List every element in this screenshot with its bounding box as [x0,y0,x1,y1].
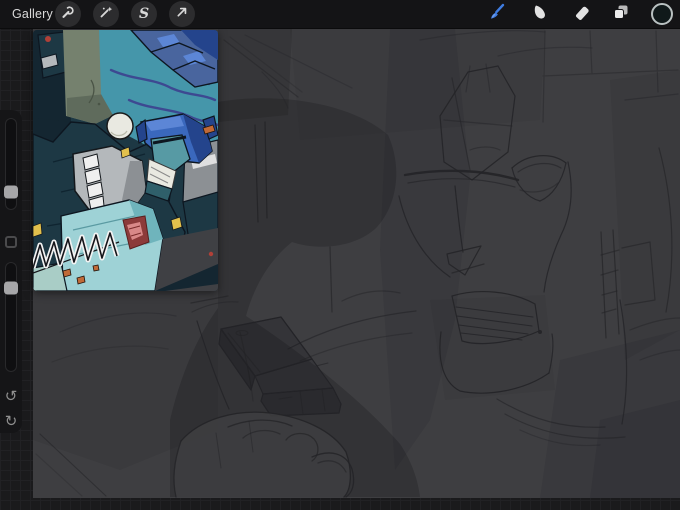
reference-image-overlay[interactable] [33,30,218,291]
top-toolbar: Gallery S [0,0,680,29]
paint-tool-button[interactable] [486,3,508,25]
magic-wand-icon [97,3,115,26]
eraser-icon [571,1,593,28]
smudge-tool-button[interactable] [529,3,551,25]
arrow-cursor-icon [173,3,191,26]
layers-button[interactable] [610,3,632,25]
smudge-finger-icon [529,1,551,28]
brush-size-handle[interactable] [4,185,18,199]
modify-button[interactable] [5,236,17,248]
selection-button[interactable]: S [131,1,157,27]
erase-tool-button[interactable] [571,3,593,25]
brush-size-slider[interactable] [4,118,18,210]
s-ribbon-icon: S [138,6,150,22]
layers-icon [610,1,632,28]
brush-icon [486,1,508,28]
gallery-button[interactable]: Gallery [12,0,53,28]
undo-button[interactable]: ↺ [0,386,22,406]
redo-button[interactable]: ↻ [0,411,22,431]
brush-sidebar: ↺ ↻ [0,110,22,433]
wrench-icon [59,3,77,26]
adjustments-button[interactable] [93,1,119,27]
actions-button[interactable] [55,1,81,27]
opacity-handle[interactable] [4,281,18,295]
color-swatch-button[interactable] [651,3,673,25]
transform-button[interactable] [169,1,195,27]
reference-comic-panel [33,30,218,291]
procreate-workspace: ↺ ↻ Gallery S [0,0,680,510]
opacity-slider[interactable] [4,262,18,372]
